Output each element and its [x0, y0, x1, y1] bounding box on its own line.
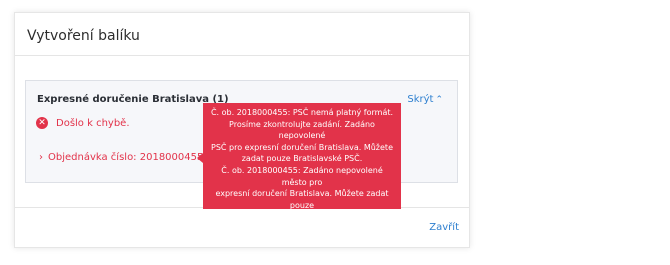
tooltip-line: město Bratislava. — [267, 212, 337, 222]
tooltip-line: zadat pouze Bratislavské PSČ. — [241, 154, 363, 164]
error-tooltip: Č. ob. 2018000455: PSČ nemá platný formá… — [197, 103, 401, 221]
chevron-right-icon: › — [39, 152, 43, 163]
close-button[interactable]: Zavřít — [429, 222, 459, 233]
tooltip-line: PSČ pro expresní doručení Bratislava. Mů… — [211, 142, 393, 152]
hide-toggle-label: Skrýt — [407, 94, 434, 105]
modal-header: Vytvoření balíku — [15, 13, 469, 56]
hide-toggle-link[interactable]: Skrýt ⌃ — [407, 94, 443, 105]
panel-title: Expresné doručenie Bratislava (1) — [37, 94, 229, 105]
order-expand-row[interactable]: › Objednávka číslo: 2018000455 ! — [39, 152, 219, 163]
tooltip-line: Č. ob. 2018000455: PSČ nemá platný formá… — [210, 108, 394, 117]
error-x-icon: ✕ — [36, 117, 48, 129]
tooltip-line: expresní doručení Bratislava. Můžete zad… — [215, 189, 389, 210]
order-label: Objednávka číslo: 2018000455 — [48, 152, 204, 163]
error-text: Došlo k chybě. — [56, 117, 130, 129]
tooltip-line: Č. ob. 2018000455: Zadáno nepovolené měs… — [221, 165, 383, 187]
modal-title: Vytvoření balíku — [27, 28, 140, 44]
tooltip-arrow — [197, 153, 203, 163]
chevron-up-icon: ⌃ — [435, 95, 443, 105]
tooltip-line: Prosíme zkontrolujte zadání. Zadáno nepo… — [229, 119, 375, 141]
error-message: ✕ Došlo k chybě. — [36, 117, 130, 129]
